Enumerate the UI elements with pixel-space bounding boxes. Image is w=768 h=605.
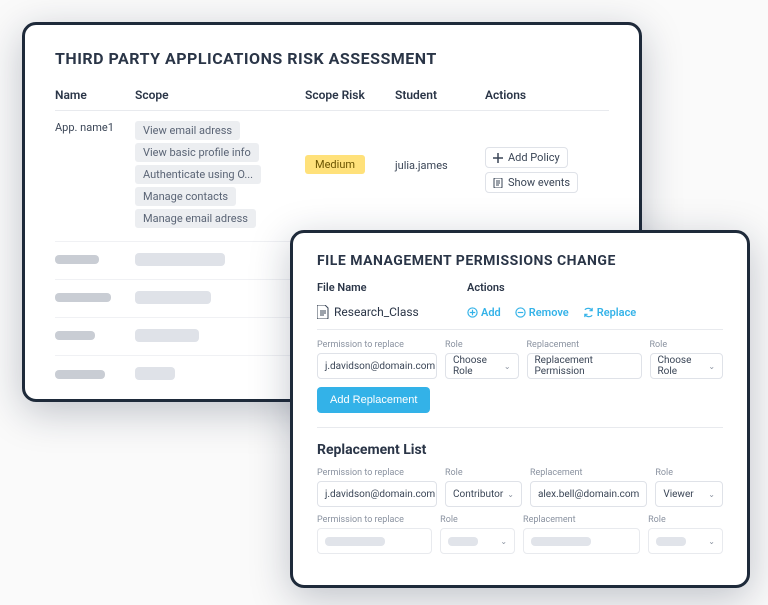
chevron-down-icon: ⌄ <box>500 537 507 546</box>
replace-label: Replace <box>597 306 637 319</box>
app-name: App. name1 <box>55 121 135 134</box>
show-events-button[interactable]: Show events <box>485 172 578 193</box>
scope-list: View email adress View basic profile inf… <box>135 121 305 231</box>
role-select-2[interactable]: Choose Role⌄ <box>650 353 724 379</box>
ghost-input[interactable] <box>523 528 640 554</box>
minus-circle-icon <box>515 307 526 318</box>
chevron-down-icon: ⌄ <box>507 490 514 499</box>
add-action[interactable]: Add <box>467 306 501 319</box>
label-role: Role <box>440 515 515 525</box>
perm-replace-input[interactable]: j.davidson@domain.com <box>317 353 437 379</box>
label-role2: Role <box>648 515 723 525</box>
ghost-select[interactable]: ⌄ <box>648 528 723 554</box>
label-perm-replace: Permission to replace <box>317 468 437 478</box>
add-policy-button[interactable]: Add Policy <box>485 147 568 168</box>
student-cell: julia.james <box>395 121 485 172</box>
add-policy-label: Add Policy <box>508 151 560 164</box>
chevron-down-icon: ⌄ <box>708 362 715 371</box>
scope-chip: View basic profile info <box>135 143 259 162</box>
scope-chip: Authenticate using O... <box>135 165 261 184</box>
label-role2: Role <box>650 340 724 350</box>
scope-chip: Manage email adress <box>135 209 256 228</box>
col-risk: Scope Risk <box>305 88 395 102</box>
col-name: Name <box>55 88 135 102</box>
remove-label: Remove <box>529 306 569 319</box>
remove-action[interactable]: Remove <box>515 306 569 319</box>
list-perm-input[interactable]: j.davidson@domain.com <box>317 481 437 507</box>
replace-action[interactable]: Replace <box>583 306 637 319</box>
add-replacement-button[interactable]: Add Replacement <box>317 387 430 413</box>
list-role-select-2[interactable]: Viewer⌄ <box>655 481 723 507</box>
label-role: Role <box>445 468 522 478</box>
replacement-input[interactable]: Replacement Permission <box>527 353 642 379</box>
chevron-down-icon: ⌄ <box>708 490 715 499</box>
label-replacement: Replacement <box>527 340 642 350</box>
label-role: Role <box>445 340 519 350</box>
col-fm-actions: Actions <box>467 281 723 294</box>
label-perm-replace: Permission to replace <box>317 340 437 350</box>
show-events-label: Show events <box>508 176 570 189</box>
document-icon <box>493 178 503 188</box>
add-label: Add <box>481 306 501 319</box>
ghost-select[interactable]: ⌄ <box>440 528 515 554</box>
label-replacement: Replacement <box>523 515 640 525</box>
label-role2: Role <box>655 468 723 478</box>
col-student: Student <box>395 88 485 102</box>
col-filename: File Name <box>317 281 467 294</box>
list-role-select[interactable]: Contributor⌄ <box>445 481 522 507</box>
col-actions: Actions <box>485 88 605 102</box>
scope-chip: View email adress <box>135 121 240 140</box>
ghost-input[interactable] <box>317 528 432 554</box>
file-permissions-card: FILE MANAGEMENT PERMISSIONS CHANGE File … <box>290 230 750 588</box>
replacement-list-title: Replacement List <box>317 442 723 458</box>
plus-icon <box>493 153 503 163</box>
replace-icon <box>583 307 594 318</box>
actions-cell: Add Policy Show events <box>485 121 605 197</box>
file-icon <box>317 305 329 319</box>
role-select[interactable]: Choose Role⌄ <box>445 353 519 379</box>
perm-title: FILE MANAGEMENT PERMISSIONS CHANGE <box>317 253 723 269</box>
chevron-down-icon: ⌄ <box>708 537 715 546</box>
chevron-down-icon: ⌄ <box>504 362 511 371</box>
plus-circle-icon <box>467 307 478 318</box>
risk-cell: Medium <box>305 121 395 174</box>
risk-badge: Medium <box>305 155 365 174</box>
scope-chip: Manage contacts <box>135 187 236 206</box>
risk-title: THIRD PARTY APPLICATIONS RISK ASSESSMENT <box>55 49 609 68</box>
label-perm-replace: Permission to replace <box>317 515 432 525</box>
list-replacement-input[interactable]: alex.bell@domain.com <box>530 481 647 507</box>
filename: Research_Class <box>334 305 419 319</box>
label-replacement: Replacement <box>530 468 647 478</box>
col-scope: Scope <box>135 88 305 102</box>
table-row: App. name1 View email adress View basic … <box>55 111 609 242</box>
